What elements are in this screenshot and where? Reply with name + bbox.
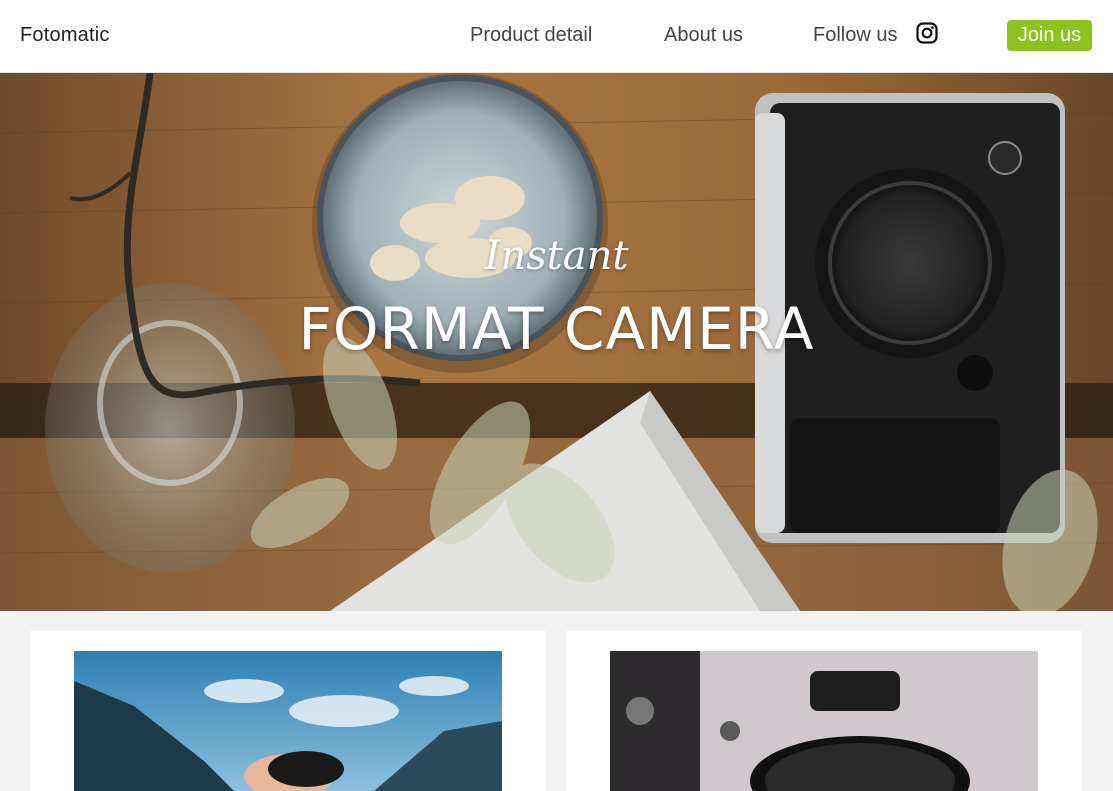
hero-script-text: Instant [484, 233, 629, 279]
top-navbar: Fotomatic Product detail About us Follow… [0, 0, 1113, 73]
product-card[interactable] [566, 631, 1082, 791]
card-image-vintage-camera[interactable] [610, 651, 1038, 791]
product-card[interactable] [30, 631, 546, 791]
nav-product-detail[interactable]: Product detail [470, 24, 592, 47]
nav-follow-us[interactable]: Follow us [813, 24, 897, 47]
card-image-hand-lens[interactable] [74, 651, 502, 791]
nav-about-us[interactable]: About us [664, 24, 743, 47]
join-us-button[interactable]: Join us [1007, 20, 1092, 51]
hero-banner: Instant FORMAT CAMERA [0, 73, 1113, 611]
hero-title: FORMAT CAMERA [298, 295, 815, 363]
brand-logo[interactable]: Fotomatic [20, 24, 110, 47]
instagram-icon[interactable] [915, 21, 939, 45]
